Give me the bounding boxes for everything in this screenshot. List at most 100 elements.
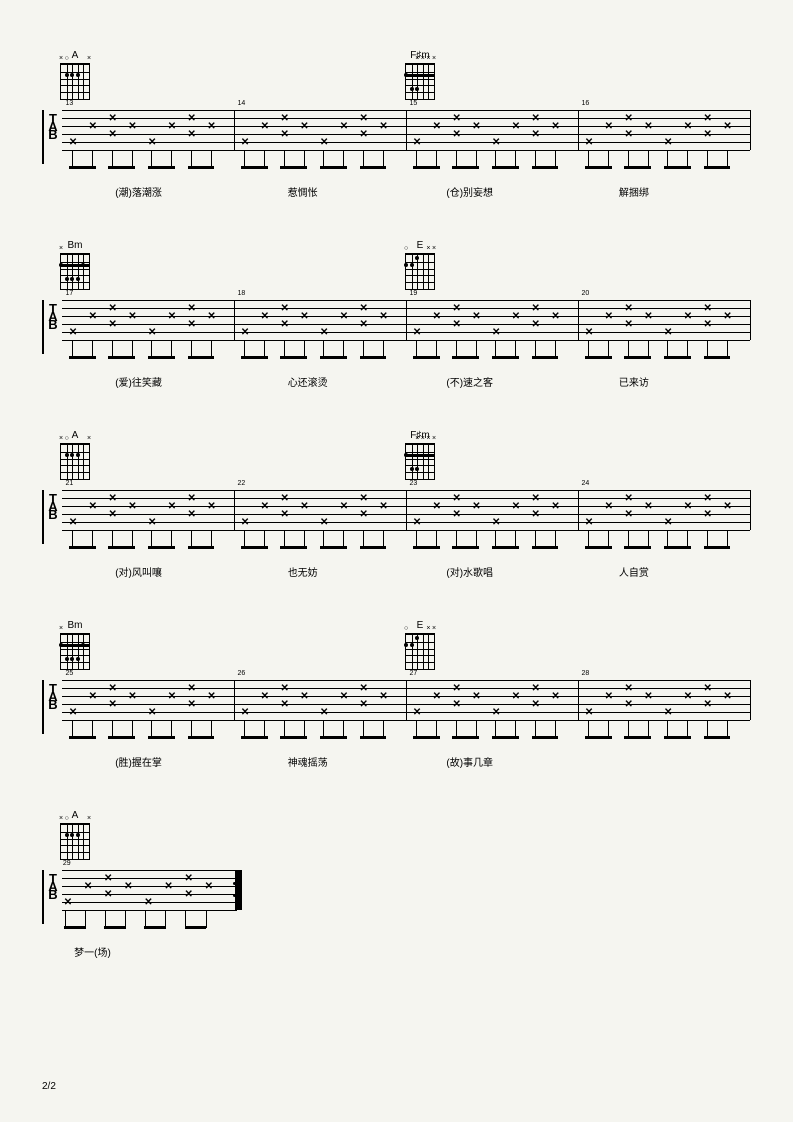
tab-note: ✕	[89, 311, 97, 322]
tab-note: ✕	[360, 303, 368, 314]
beam	[413, 736, 440, 739]
tab-system: Bm×E○××TAB25✕✕✕✕✕✕✕✕✕✕26✕✕✕✕✕✕✕✕✕✕27✕✕✕✕…	[42, 620, 750, 768]
tab-note: ✕	[704, 509, 712, 520]
beam	[360, 356, 387, 359]
beam	[188, 546, 215, 549]
tab-note: ✕	[532, 129, 540, 140]
tab-note: ✕	[532, 509, 540, 520]
beam	[585, 356, 612, 359]
tab-note: ✕	[108, 113, 116, 124]
beam	[585, 166, 612, 169]
end-barline	[236, 870, 242, 910]
measure-number: 13	[65, 100, 73, 107]
staff: 25✕✕✕✕✕✕✕✕✕✕26✕✕✕✕✕✕✕✕✕✕27✕✕✕✕✕✕✕✕✕✕28✕✕…	[62, 680, 750, 720]
tab-note: ✕	[532, 319, 540, 330]
tab-note: ✕	[551, 501, 559, 512]
beam	[532, 736, 559, 739]
lyric-text: (潮)落潮涨	[115, 184, 162, 199]
beam	[280, 736, 307, 739]
beam	[64, 926, 86, 929]
chord-diagram: ××××	[405, 443, 435, 480]
tab-note: ✕	[340, 311, 348, 322]
beam	[280, 166, 307, 169]
measure-number: 19	[409, 290, 417, 297]
tab-note: ✕	[532, 113, 540, 124]
beam	[624, 166, 651, 169]
tab-system: A×○×F♯m××××TAB21✕✕✕✕✕✕✕✕✕✕22✕✕✕✕✕✕✕✕✕✕23…	[42, 430, 750, 578]
beam	[624, 736, 651, 739]
beam	[104, 926, 126, 929]
tab-note: ✕	[188, 683, 196, 694]
beam	[413, 546, 440, 549]
measure-number: 17	[65, 290, 73, 297]
beam	[241, 166, 268, 169]
measure-number: 28	[581, 670, 589, 677]
beam	[492, 736, 519, 739]
tab-note: ✕	[379, 501, 387, 512]
beam	[532, 166, 559, 169]
beam	[624, 356, 651, 359]
barline	[578, 300, 579, 340]
beam	[241, 736, 268, 739]
tab-note: ✕	[164, 881, 172, 892]
tab-note: ✕	[280, 303, 288, 314]
lyric-row: (爱)往笑藏心还滚烫(不)速之客已来访	[42, 374, 750, 388]
tab-row: TAB21✕✕✕✕✕✕✕✕✕✕22✕✕✕✕✕✕✕✕✕✕23✕✕✕✕✕✕✕✕✕✕2…	[42, 490, 750, 540]
tab-note: ✕	[704, 493, 712, 504]
tab-system: Bm×E○××TAB17✕✕✕✕✕✕✕✕✕✕18✕✕✕✕✕✕✕✕✕✕19✕✕✕✕…	[42, 240, 750, 388]
tab-note: ✕	[168, 691, 176, 702]
measure-number: 15	[409, 100, 417, 107]
lyric-text: 人自赏	[619, 564, 649, 579]
beam	[585, 736, 612, 739]
beam	[492, 356, 519, 359]
tab-note: ✕	[168, 501, 176, 512]
tab-note: ✕	[605, 311, 613, 322]
tab-note: ✕	[605, 121, 613, 132]
tab-note: ✕	[624, 113, 632, 124]
lyric-row: (潮)落潮涨惹惆怅(仓)别妄想解捆绑	[42, 184, 750, 198]
chord-block: F♯m××××	[405, 430, 435, 480]
tab-note: ✕	[280, 113, 288, 124]
tab-note: ✕	[69, 707, 77, 718]
tab-note: ✕	[551, 121, 559, 132]
tab-note: ✕	[379, 121, 387, 132]
lyric-row: (胜)握在掌神魂摇荡(故)事几章	[42, 754, 750, 768]
chord-block: Bm×	[60, 240, 90, 290]
measure-number: 25	[65, 670, 73, 677]
tab-note: ✕	[704, 319, 712, 330]
measure-number: 23	[409, 480, 417, 487]
tab-note: ✕	[379, 311, 387, 322]
tab-note: ✕	[300, 121, 308, 132]
beam	[704, 546, 731, 549]
tab-note: ✕	[452, 319, 460, 330]
chord-diagram: ×○×	[60, 443, 90, 480]
tab-page: A×○×F♯m××××TAB13✕✕✕✕✕✕✕✕✕✕14✕✕✕✕✕✕✕✕✕✕15…	[0, 0, 793, 1050]
beam	[360, 546, 387, 549]
lyric-text: (对)风叫嚷	[115, 564, 162, 579]
barline	[234, 300, 235, 340]
tab-note: ✕	[624, 683, 632, 694]
tab-note: ✕	[280, 319, 288, 330]
barline	[750, 680, 751, 720]
measure-number: 18	[237, 290, 245, 297]
lyric-text: 梦一(场)	[74, 944, 111, 959]
tab-note: ✕	[280, 493, 288, 504]
barline	[406, 490, 407, 530]
tab-note: ✕	[585, 137, 593, 148]
tab-note: ✕	[452, 303, 460, 314]
beam	[108, 546, 135, 549]
tab-note: ✕	[69, 517, 77, 528]
barline	[406, 110, 407, 150]
beam	[69, 546, 96, 549]
tab-note: ✕	[320, 517, 328, 528]
beam	[492, 546, 519, 549]
chord-row: Bm×E○××	[42, 620, 750, 680]
tab-note: ✕	[723, 311, 731, 322]
beam	[664, 546, 691, 549]
beam	[704, 166, 731, 169]
chord-block: E○××	[405, 620, 435, 670]
beam	[664, 356, 691, 359]
tab-note: ✕	[684, 501, 692, 512]
tab-note: ✕	[69, 137, 77, 148]
chord-diagram: ○××	[405, 633, 435, 670]
